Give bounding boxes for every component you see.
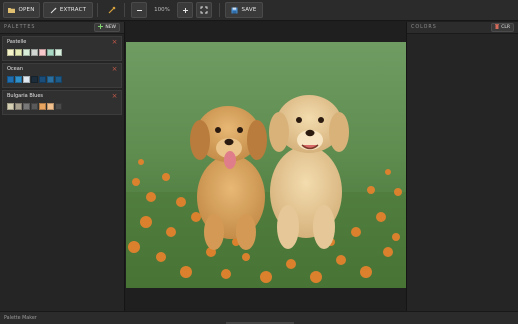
open-button-label: OPEN <box>18 7 35 13</box>
save-icon <box>231 7 238 14</box>
open-button[interactable]: OPEN <box>3 2 40 18</box>
palette-name: Bulgaria Blues <box>7 93 43 99</box>
color-swatch[interactable] <box>15 103 22 110</box>
status-text: Palette Maker <box>4 315 37 321</box>
color-swatch[interactable] <box>55 103 62 110</box>
extract-button[interactable]: EXTRACT <box>43 2 93 18</box>
palette-card[interactable]: Bulgaria Blues × <box>2 90 122 115</box>
color-swatch[interactable] <box>31 49 38 56</box>
color-swatch[interactable] <box>55 49 62 56</box>
close-icon[interactable]: × <box>111 39 118 46</box>
color-swatch[interactable] <box>7 49 14 56</box>
status-bar: Palette Maker <box>0 311 518 324</box>
swatch-row <box>7 76 62 83</box>
toolbar-divider <box>124 3 125 17</box>
color-swatch[interactable] <box>15 76 22 83</box>
save-button-label: SAVE <box>241 7 257 13</box>
trash-icon <box>495 24 500 31</box>
toolbar-divider <box>219 3 220 17</box>
eyedropper-icon <box>108 6 116 14</box>
new-palette-button[interactable]: NEW <box>94 23 120 32</box>
fit-screen-button[interactable] <box>196 2 212 18</box>
new-palette-label: NEW <box>105 25 116 30</box>
palette-list: Pastelle × Ocean × Bulgaria Blues × <box>0 36 124 115</box>
color-swatch[interactable] <box>39 49 46 56</box>
color-swatch[interactable] <box>31 76 38 83</box>
color-swatch[interactable] <box>23 49 30 56</box>
extract-button-label: EXTRACT <box>59 7 87 13</box>
zoom-in-button[interactable] <box>177 2 193 18</box>
palettes-title: PALETTES <box>4 25 36 30</box>
toolbar: OPEN EXTRACT 100% SAVE <box>0 0 518 21</box>
clear-colors-label: CLR <box>501 25 510 30</box>
swatch-row <box>7 103 62 110</box>
palette-card[interactable]: Pastelle × <box>2 36 122 61</box>
close-icon[interactable]: × <box>111 66 118 73</box>
color-swatch[interactable] <box>31 103 38 110</box>
color-swatch[interactable] <box>55 76 62 83</box>
minus-icon <box>136 7 143 14</box>
color-swatch[interactable] <box>39 103 46 110</box>
swatch-row <box>7 49 62 56</box>
colors-title: COLORS <box>411 25 437 30</box>
color-swatch[interactable] <box>7 76 14 83</box>
color-swatch[interactable] <box>47 49 54 56</box>
plus-icon <box>182 7 189 14</box>
eyedropper-button[interactable] <box>103 2 120 18</box>
colors-panel: COLORS CLR <box>406 22 518 311</box>
save-button[interactable]: SAVE <box>225 2 263 18</box>
color-swatch[interactable] <box>23 103 30 110</box>
close-icon[interactable]: × <box>111 93 118 100</box>
color-swatch[interactable] <box>47 76 54 83</box>
palette-name: Ocean <box>7 66 23 72</box>
zoom-level: 100% <box>154 7 170 13</box>
wand-icon <box>50 7 57 14</box>
color-swatch[interactable] <box>23 76 30 83</box>
zoom-out-button[interactable] <box>131 2 147 18</box>
puppies-image[interactable] <box>126 42 406 288</box>
clear-colors-button[interactable]: CLR <box>491 23 514 32</box>
color-swatch[interactable] <box>15 49 22 56</box>
palette-card[interactable]: Ocean × <box>2 63 122 88</box>
plus-icon <box>98 24 104 31</box>
colors-header: COLORS CLR <box>407 22 518 34</box>
color-swatch[interactable] <box>7 103 14 110</box>
fit-screen-icon <box>200 6 208 14</box>
palettes-header: PALETTES NEW <box>0 22 124 34</box>
color-swatch[interactable] <box>39 76 46 83</box>
color-swatch[interactable] <box>47 103 54 110</box>
canvas-area[interactable] <box>126 22 406 311</box>
folder-icon <box>8 7 16 13</box>
palettes-panel: PALETTES NEW Pastelle × Ocean × Bulgaria Blu… <box>0 22 125 311</box>
palette-name: Pastelle <box>7 39 27 45</box>
toolbar-divider <box>97 3 98 17</box>
